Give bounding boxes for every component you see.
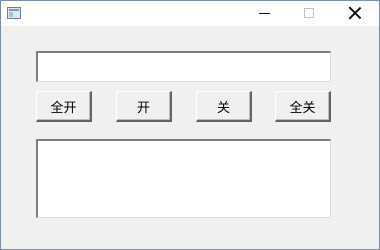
all-off-button[interactable]: 全关 <box>275 91 331 122</box>
maximize-button[interactable] <box>287 1 333 26</box>
output-textarea[interactable] <box>36 139 331 218</box>
off-button[interactable]: 关 <box>196 91 252 122</box>
main-window: 全开 开 关 全关 <box>0 0 380 250</box>
maximize-icon <box>304 8 314 18</box>
on-button[interactable]: 开 <box>116 91 172 122</box>
app-window-icon <box>7 7 21 19</box>
minimize-icon <box>259 13 270 14</box>
all-on-button[interactable]: 全开 <box>36 91 92 122</box>
command-input[interactable] <box>36 51 331 82</box>
minimize-button[interactable] <box>241 1 287 26</box>
title-bar[interactable] <box>1 1 379 26</box>
close-button[interactable] <box>333 1 379 26</box>
close-icon <box>348 6 362 20</box>
